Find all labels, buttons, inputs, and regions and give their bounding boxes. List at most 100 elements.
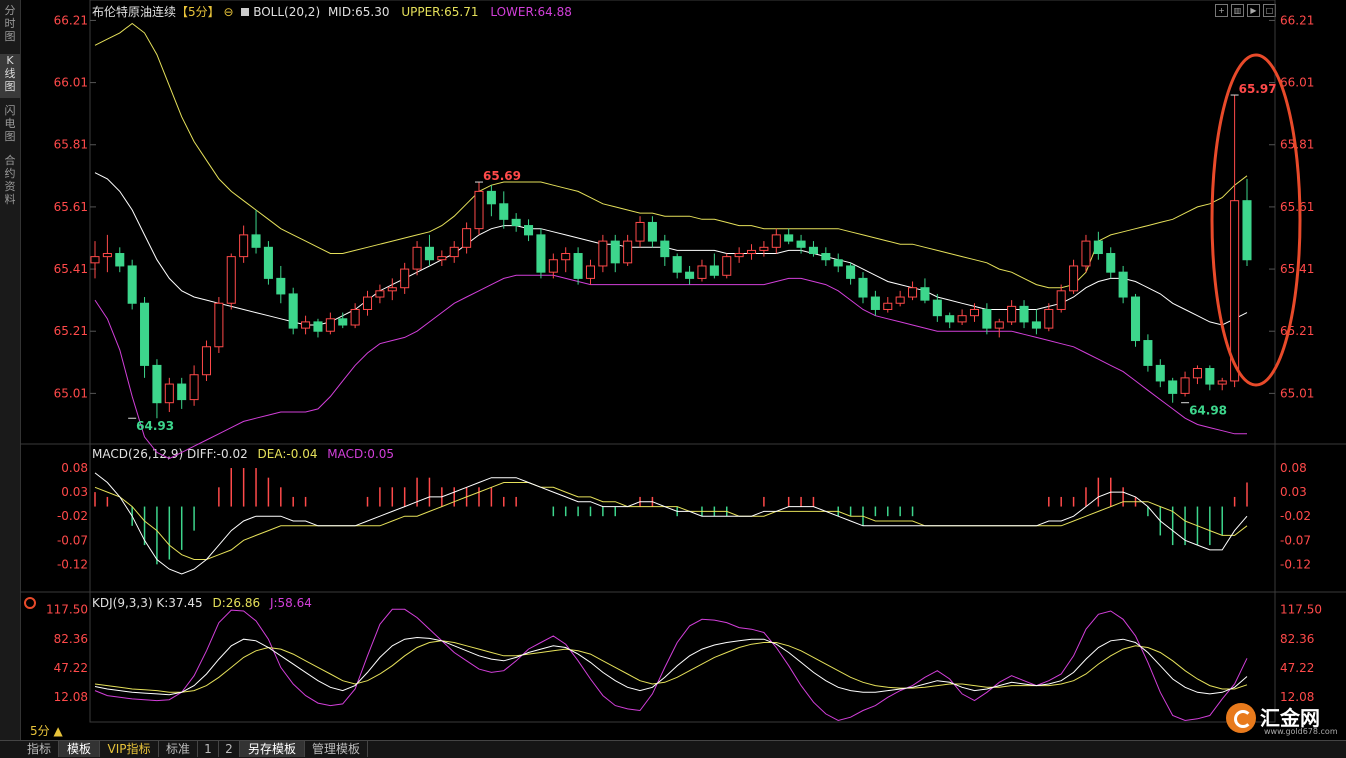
candle-body [387,287,397,292]
tab-save-template[interactable]: 另存模板 [240,741,305,757]
price-tick-right: 66.01 [1280,76,1314,90]
candle-body [325,318,335,332]
price-tick-right: 66.21 [1280,13,1314,27]
extreme-label: 65.97 [1239,82,1277,96]
candle-body [957,315,967,323]
kdj-tick-right: 117.50 [1280,603,1322,617]
macd-tick-left: -0.02 [57,509,88,523]
candle-body [945,315,955,323]
candle-body [375,290,385,298]
candle-body [920,287,930,301]
candle-body [1130,296,1141,342]
candle-body [1180,377,1190,394]
candle-body [784,234,794,242]
candle-body [164,383,174,404]
candle-body [1031,321,1041,329]
candle-body [115,253,125,267]
candle-body [598,240,608,267]
candle-body [140,302,150,366]
candle-body [1106,253,1116,273]
price-tick-left: 65.81 [54,138,88,152]
tab-2[interactable]: 2 [219,741,240,757]
macd-tick-left: -0.12 [57,557,88,571]
candle-body [870,296,880,310]
kdj-tick-left: 12.08 [54,690,88,704]
tab-vip-indicators[interactable]: VIP指标 [100,741,159,757]
candle-body [1007,305,1017,323]
macd-tick-left: -0.07 [57,533,88,547]
candle-body [722,256,732,276]
logo-icon [1226,703,1256,733]
candle-body [90,256,100,264]
candle-body [1056,290,1066,310]
candle-body [486,190,496,205]
kdj-tick-right: 82.36 [1280,632,1314,646]
candle-body [808,246,818,255]
candle-body [709,265,719,276]
candle-body [685,271,695,279]
candle-body [660,240,670,258]
chart-canvas: 66.21 66.2166.01 66.0165.81 65.8165.61 65.61… [20,0,1346,723]
candle-body [1217,380,1227,385]
candle-body [1093,240,1103,255]
tab-templates[interactable]: 模板 [59,741,100,757]
candle-body [214,302,224,348]
candle-body [239,234,249,258]
candle-body [276,277,286,295]
candle-body [263,246,273,279]
candle-body [561,253,571,261]
tab-1[interactable]: 1 [198,741,219,757]
candle-body [994,321,1004,329]
price-tick-left: 65.21 [54,324,88,338]
candle-body [833,259,843,267]
candle-body [350,308,360,326]
candle-body [1118,271,1128,298]
tab-standard[interactable]: 标准 [159,741,198,757]
candle-body [1168,380,1178,394]
macd-tick-right: -0.02 [1280,509,1311,523]
macd-tick-right: 0.08 [1280,461,1307,475]
price-tick-left: 65.41 [54,262,88,276]
tab-indicators[interactable]: 指标 [20,741,59,757]
candle-body [1242,200,1252,261]
candle-body [152,364,162,404]
candle-body [697,265,707,279]
candle-body [610,240,620,264]
candle-body [536,234,546,273]
extreme-label: 65.69 [483,169,521,183]
macd-tick-left: 0.08 [61,461,88,475]
price-tick-left: 65.01 [54,386,88,400]
kdj-k-line [94,636,1248,696]
candle-body [437,256,447,261]
candle-body [400,268,410,289]
candle-body [362,296,373,310]
candle-body [1019,305,1029,323]
price-tick-left: 66.01 [54,76,88,90]
candle-body [623,240,633,264]
candle-body [672,256,682,273]
candle-body [313,321,323,332]
candle-body [288,293,298,329]
candle-body [982,308,992,329]
candle-body [1044,308,1054,329]
candle-body [1155,364,1165,382]
candle-body [734,253,744,258]
candle-body [127,265,137,304]
price-tick-right: 65.01 [1280,386,1314,400]
kdj-tick-left: 47.22 [54,661,88,675]
candle-body [932,299,942,317]
kdj-panel-frame [89,591,1276,723]
candle-body [746,249,757,255]
candle-body [412,246,422,270]
candle-body [1192,368,1202,379]
period-selector[interactable]: 5分 ▲ [30,722,63,739]
kdj-tick-left: 82.36 [54,632,88,646]
candle-body [585,265,596,279]
candle-body [573,253,583,279]
tab-manage-templates[interactable]: 管理模板 [305,741,368,757]
logo-url: www.gold678.com [1264,727,1338,736]
candle-body [895,296,905,304]
candle-body [449,246,459,258]
price-panel-frame [89,0,1276,445]
extreme-label: 64.93 [136,419,174,433]
